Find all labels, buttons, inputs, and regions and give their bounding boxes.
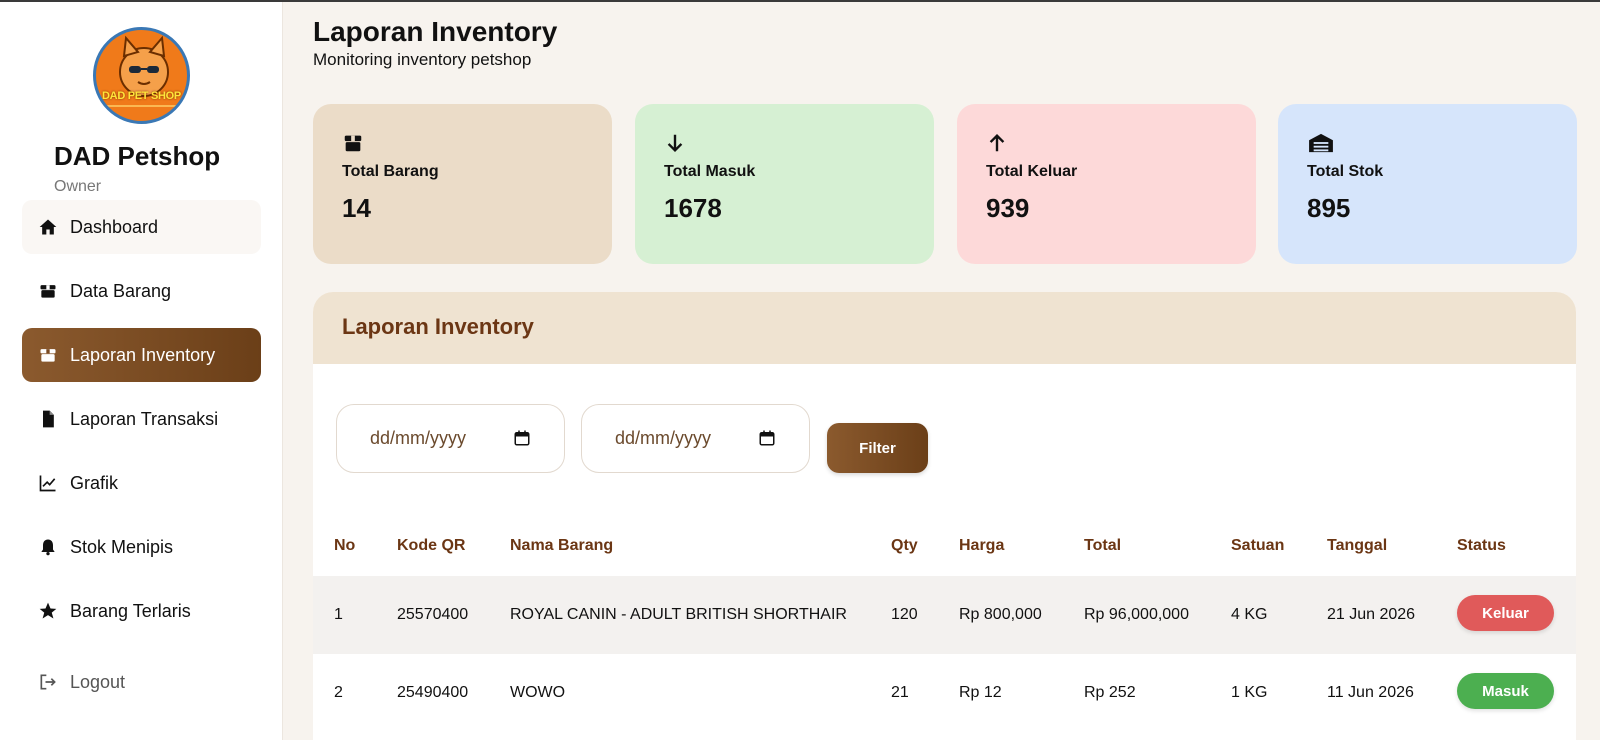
line-chart-icon — [39, 475, 56, 492]
file-icon — [43, 410, 54, 428]
column-header: Kode QR — [397, 537, 466, 554]
cell-nama-barang: WOWO — [510, 684, 566, 701]
cell-kode-qr: 25570400 — [397, 606, 469, 623]
logo: DAD PET SHOP — [93, 27, 190, 124]
box-icon — [40, 285, 56, 298]
sidebar: DAD PET SHOP DAD Petshop Owner Dashboard… — [0, 2, 283, 740]
stat-card-label: Total Masuk — [664, 163, 756, 180]
cell-tanggal: 11 Jun 2026 — [1327, 684, 1414, 701]
start-date-input[interactable]: dd/mm/yyyy — [336, 404, 565, 473]
cell-satuan: 4 KG — [1231, 606, 1268, 623]
stat-card-label: Total Barang — [342, 163, 439, 180]
logout-label: Logout — [70, 671, 126, 692]
page-subtitle: Monitoring inventory petshop — [313, 50, 532, 69]
end-date-input[interactable]: dd/mm/yyyy — [581, 404, 810, 473]
bell-icon — [41, 539, 55, 556]
page-title: Laporan Inventory — [313, 16, 558, 47]
logout-icon — [40, 674, 56, 690]
logo-tagline-line — [106, 105, 177, 107]
sidebar-item-data-barang[interactable]: Data Barang — [22, 264, 261, 318]
sidebar-item-label: Grafik — [70, 472, 119, 493]
column-header: Status — [1457, 537, 1506, 554]
column-header: Qty — [891, 537, 918, 554]
cell-qty: 21 — [891, 684, 909, 701]
cell-qty: 120 — [891, 606, 918, 623]
home-icon — [39, 219, 57, 235]
star-icon — [39, 602, 57, 619]
sidebar-item-stok-menipis[interactable]: Stok Menipis — [22, 520, 261, 574]
sidebar-item-label: Laporan Transaksi — [70, 408, 219, 429]
user-role: Owner — [54, 178, 102, 195]
calendar-icon[interactable] — [513, 429, 531, 447]
cell-tanggal: 21 Jun 2026 — [1327, 606, 1416, 623]
report-panel-title: Laporan Inventory — [313, 292, 1576, 364]
sidebar-item-label: Stok Menipis — [70, 536, 174, 557]
warehouse-icon — [1309, 133, 1333, 153]
box-icon — [344, 135, 362, 152]
cell-kode-qr: 25490400 — [397, 684, 469, 701]
sidebar-item-label: Barang Terlaris — [70, 600, 191, 621]
column-header: No — [334, 537, 356, 554]
cell-harga: Rp 12 — [959, 684, 1002, 701]
stat-card-value: 895 — [1307, 193, 1351, 223]
stat-card-value: 1678 — [664, 193, 722, 223]
cell-total: Rp 96,000,000 — [1084, 606, 1189, 623]
sidebar-item-grafik[interactable]: Grafik — [22, 456, 261, 510]
stat-card-value: 939 — [986, 193, 1030, 223]
table-row: 1 25570400 ROYAL CANIN - ADULT BRITISH S… — [313, 576, 1576, 654]
sidebar-item-laporan-inventory[interactable]: Laporan Inventory — [22, 328, 261, 382]
calendar-icon[interactable] — [758, 429, 776, 447]
start-date-placeholder: dd/mm/yyyy — [370, 428, 467, 448]
cell-no: 1 — [334, 606, 343, 623]
status-badge-masuk: Masuk — [1457, 673, 1554, 709]
stat-card-total-stok: Total Stok 895 — [1278, 104, 1577, 264]
logo-text: DAD PET SHOP — [102, 90, 181, 102]
cell-no: 2 — [334, 684, 343, 701]
stat-card-label: Total Keluar — [986, 163, 1078, 180]
sidebar-item-label: Dashboard — [70, 216, 159, 237]
table-row: 2 25490400 WOWO 21 Rp 12 Rp 252 1 KG 11 … — [313, 654, 1576, 732]
box-icon — [40, 349, 56, 362]
sidebar-item-dashboard[interactable]: Dashboard — [22, 200, 261, 254]
brand-name: DAD Petshop — [54, 141, 221, 171]
filter-button[interactable]: Filter — [827, 423, 928, 473]
column-header: Satuan — [1231, 537, 1285, 554]
column-header: Tanggal — [1327, 537, 1388, 554]
arrow-down-icon — [667, 134, 683, 153]
stat-card-value: 14 — [342, 193, 371, 223]
logout-button[interactable]: Logout — [22, 655, 261, 709]
report-panel: Laporan Inventory dd/mm/yyyy dd/mm/yyyy … — [313, 292, 1576, 740]
arrow-up-icon — [989, 133, 1005, 152]
end-date-placeholder: dd/mm/yyyy — [615, 428, 712, 448]
stat-card-total-masuk: Total Masuk 1678 — [635, 104, 934, 264]
column-header: Nama Barang — [510, 537, 614, 554]
sidebar-item-laporan-transaksi[interactable]: Laporan Transaksi — [22, 392, 261, 446]
table-header: No Kode QR Nama Barang Qty Harga Total S… — [313, 514, 1576, 576]
sidebar-item-barang-terlaris[interactable]: Barang Terlaris — [22, 584, 261, 638]
cat-mascot-icon — [119, 35, 169, 97]
cell-harga: Rp 800,000 — [959, 606, 1042, 623]
stat-card-total-keluar: Total Keluar 939 — [957, 104, 1256, 264]
column-header: Harga — [959, 537, 1005, 554]
stat-card-total-barang: Total Barang 14 — [313, 104, 612, 264]
cell-satuan: 1 KG — [1231, 684, 1268, 701]
cell-total: Rp 252 — [1084, 684, 1136, 701]
sidebar-item-label: Laporan Inventory — [70, 344, 216, 365]
sidebar-item-label: Data Barang — [70, 280, 172, 301]
stat-card-label: Total Stok — [1307, 163, 1384, 180]
cell-nama-barang: ROYAL CANIN - ADULT BRITISH SHORTHAIR — [510, 606, 847, 623]
status-badge-keluar: Keluar — [1457, 595, 1554, 631]
column-header: Total — [1084, 537, 1122, 554]
